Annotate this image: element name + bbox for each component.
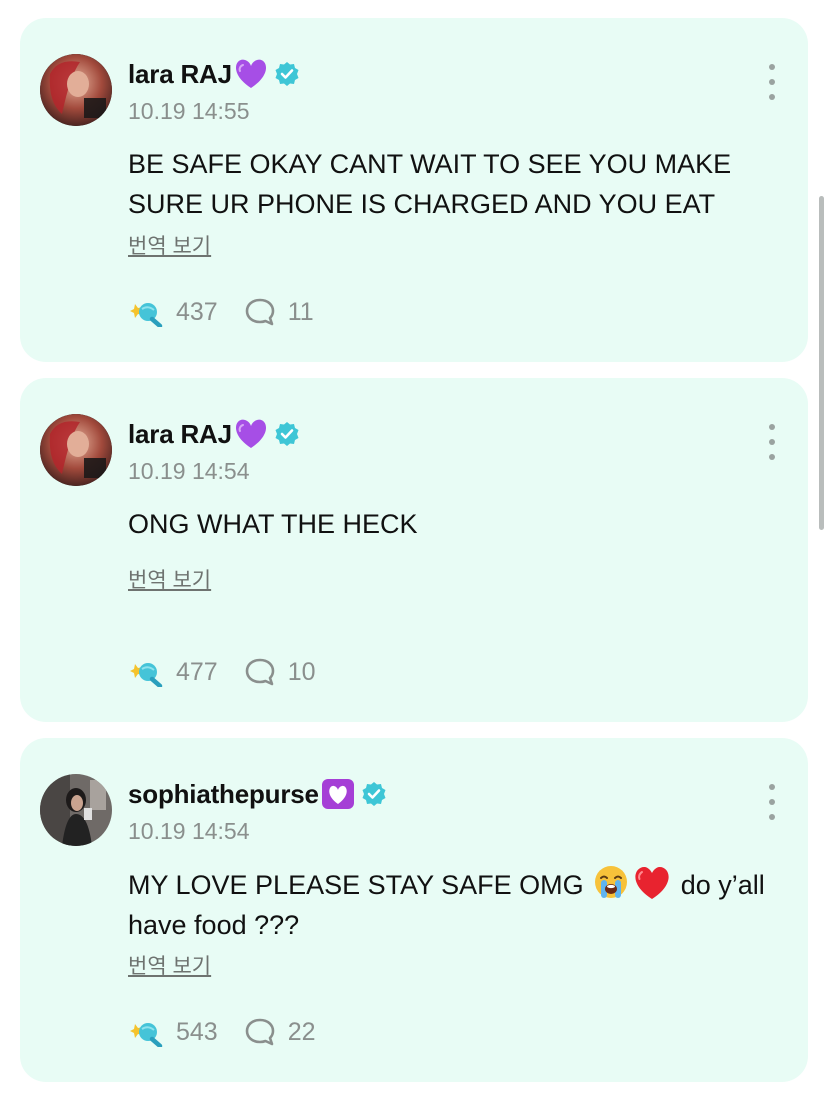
reaction-button[interactable]: 477 <box>128 657 218 689</box>
verified-badge-icon <box>274 61 300 87</box>
author-row: lara RAJ <box>128 416 300 452</box>
post-card[interactable]: lara RAJ 10.19 14:55 BE SAFE OKAY CANT W… <box>20 18 808 362</box>
reaction-count: 437 <box>176 297 218 326</box>
reaction-icon <box>128 657 164 689</box>
more-options-icon[interactable] <box>762 424 782 460</box>
post-stats: 437 11 <box>128 294 340 330</box>
post-text: ONG WHAT THE HECK <box>128 509 418 539</box>
purple-heart-icon <box>234 59 268 89</box>
more-options-icon[interactable] <box>762 784 782 820</box>
reaction-count: 477 <box>176 657 218 686</box>
post-text: BE SAFE OKAY CANT WAIT TO SEE YOU MAKE S… <box>128 149 732 219</box>
post-text-part: MY LOVE PLEASE STAY SAFE OMG <box>128 870 584 900</box>
comment-button[interactable]: 10 <box>244 657 316 687</box>
comment-count: 11 <box>287 297 314 326</box>
comment-button[interactable]: 11 <box>244 297 314 327</box>
timestamp: 10.19 14:54 <box>128 458 250 484</box>
comment-bubble-icon <box>244 1017 276 1047</box>
reaction-icon <box>128 1017 164 1049</box>
verified-badge-icon <box>361 781 387 807</box>
timestamp: 10.19 14:54 <box>128 818 250 844</box>
heart-decoration-icon <box>321 778 355 810</box>
reaction-button[interactable]: 437 <box>128 297 218 329</box>
reaction-count: 543 <box>176 1017 218 1046</box>
username[interactable]: lara RAJ <box>128 59 232 90</box>
username[interactable]: lara RAJ <box>128 419 232 450</box>
more-options-icon[interactable] <box>762 64 782 100</box>
scrollbar[interactable] <box>819 196 824 530</box>
username[interactable]: sophiathepurse <box>128 779 319 810</box>
avatar[interactable] <box>40 54 112 126</box>
comment-button[interactable]: 22 <box>244 1017 316 1047</box>
purple-heart-icon <box>234 419 268 449</box>
reaction-icon <box>128 297 164 329</box>
translate-link[interactable]: 번역 보기 <box>128 564 211 594</box>
post-stats: 543 22 <box>128 1014 342 1050</box>
comment-count: 22 <box>287 1017 316 1046</box>
author-row: sophiathepurse <box>128 776 387 812</box>
comment-count: 10 <box>287 657 316 686</box>
reaction-button[interactable]: 543 <box>128 1017 218 1049</box>
post-card[interactable]: sophiathepurse 10.19 14:54 MY LOVE PLEAS… <box>20 738 808 1082</box>
post-feed: lara RAJ 10.19 14:55 BE SAFE OKAY CANT W… <box>20 18 808 1098</box>
verified-badge-icon <box>274 421 300 447</box>
comment-bubble-icon <box>244 657 276 687</box>
avatar[interactable] <box>40 414 112 486</box>
avatar[interactable] <box>40 774 112 846</box>
translate-link[interactable]: 번역 보기 <box>128 950 211 980</box>
post-stats: 477 10 <box>128 654 342 690</box>
loudly-crying-face-icon <box>593 864 629 900</box>
red-heart-icon <box>633 866 671 900</box>
post-text: MY LOVE PLEASE STAY SAFE OMG do y’all ha… <box>128 864 778 945</box>
comment-bubble-icon <box>244 297 276 327</box>
author-row: lara RAJ <box>128 56 300 92</box>
translate-link[interactable]: 번역 보기 <box>128 230 211 260</box>
post-card[interactable]: lara RAJ 10.19 14:54 ONG WHAT THE HECK 번… <box>20 378 808 722</box>
timestamp: 10.19 14:55 <box>128 98 250 124</box>
